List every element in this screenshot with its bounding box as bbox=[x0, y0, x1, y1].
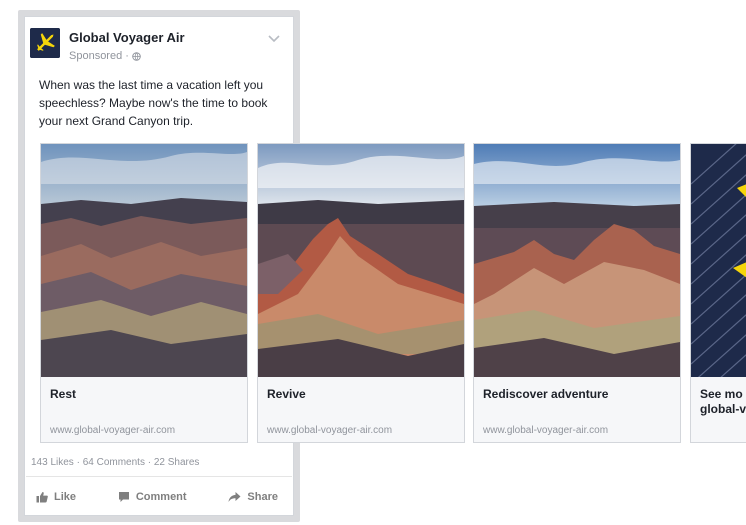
engagement-stats[interactable]: 143 Likes · 64 Comments · 22 Shares bbox=[31, 457, 199, 468]
divider bbox=[26, 476, 292, 477]
card-title-see-more: See mo global-v bbox=[700, 387, 746, 417]
post-text: When was the last time a vacation left y… bbox=[39, 78, 268, 128]
carousel-card-rest[interactable]: Rest www.global-voyager-air.com bbox=[40, 143, 248, 443]
card-title: Rediscover adventure bbox=[483, 387, 609, 401]
card-title: Revive bbox=[267, 387, 306, 401]
comment-label: Comment bbox=[135, 491, 187, 503]
carousel-card-revive[interactable]: Revive www.global-voyager-air.com bbox=[257, 143, 465, 443]
card-url[interactable]: www.global-voyager-air.com bbox=[267, 425, 392, 436]
post-actions: Like Comment Share bbox=[26, 483, 292, 511]
share-arrow-icon bbox=[228, 492, 241, 502]
like-button[interactable]: Like bbox=[36, 491, 76, 503]
chevron-down-icon[interactable] bbox=[268, 34, 280, 44]
card-url[interactable]: www.global-voyager-air.com bbox=[50, 425, 175, 436]
comment-icon bbox=[118, 492, 129, 502]
globe-icon[interactable] bbox=[132, 51, 141, 61]
carousel-card-see-more[interactable]: See mo global-v bbox=[690, 143, 746, 443]
airplane-icon bbox=[30, 28, 60, 58]
thumbs-up-icon bbox=[36, 492, 48, 503]
card-title-line: See mo bbox=[700, 387, 743, 401]
carousel[interactable]: Rest www.global-voyager-air.com Revive w… bbox=[40, 143, 746, 443]
comment-button[interactable]: Comment bbox=[118, 491, 187, 503]
card-title-line: global-v bbox=[700, 402, 746, 416]
sponsored-row: Sponsored · bbox=[69, 50, 141, 62]
card-image-canyon bbox=[258, 144, 464, 377]
card-title: Rest bbox=[50, 387, 77, 401]
share-label: Share bbox=[247, 491, 278, 503]
sponsored-label: Sponsored bbox=[69, 50, 123, 62]
carousel-card-rediscover-adventure[interactable]: Rediscover adventure www.global-voyager-… bbox=[473, 143, 681, 443]
page-avatar[interactable] bbox=[30, 28, 60, 58]
card-url[interactable]: www.global-voyager-air.com bbox=[483, 425, 608, 436]
dot-separator: · bbox=[125, 50, 129, 62]
card-image-canyon bbox=[474, 144, 680, 377]
card-image-brand-pattern bbox=[691, 144, 746, 377]
share-button[interactable]: Share bbox=[228, 491, 278, 503]
card-image-canyon bbox=[41, 144, 247, 377]
like-label: Like bbox=[54, 491, 77, 503]
page-name[interactable]: Global Voyager Air bbox=[69, 30, 185, 45]
